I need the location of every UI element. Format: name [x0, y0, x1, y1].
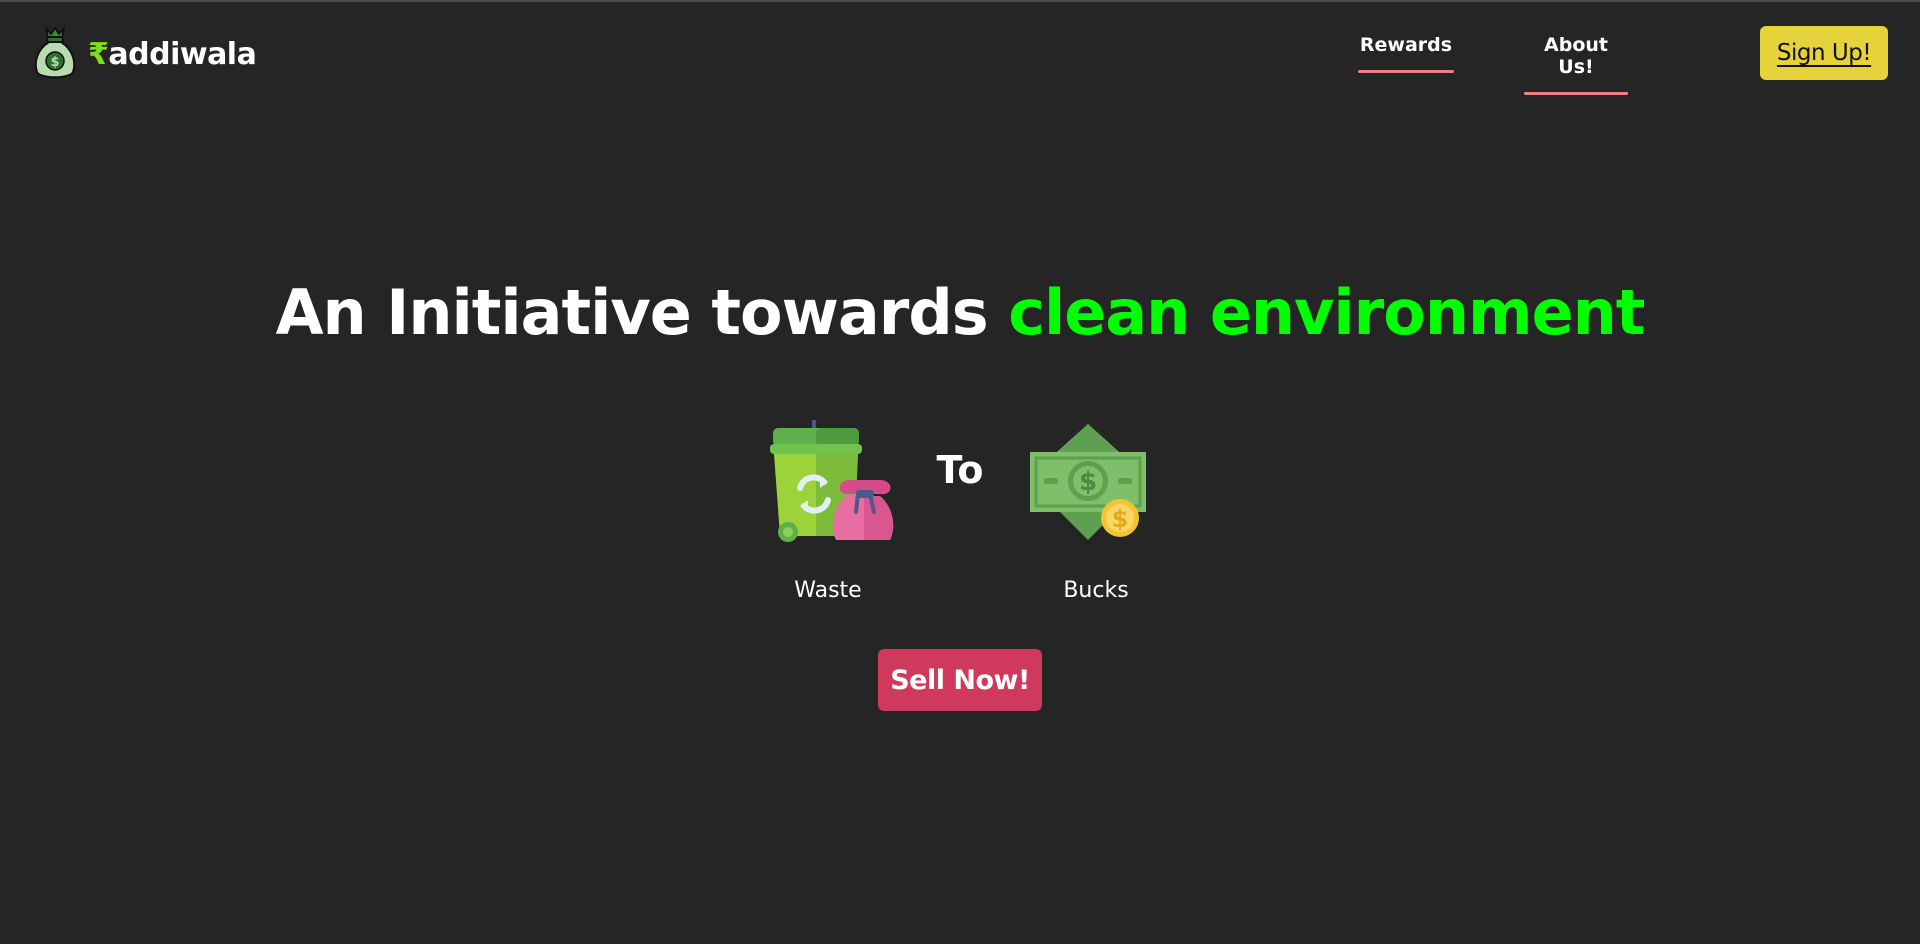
sign-up-button[interactable]: Sign Up! — [1760, 26, 1888, 80]
svg-text:$: $ — [1112, 505, 1129, 533]
dollar-banknote-coin-icon: $ $ — [1030, 424, 1146, 540]
nav-link-rewards-label: Rewards — [1359, 34, 1453, 56]
recycle-bin-with-bag-icon — [770, 420, 894, 542]
headline-accent-text: clean environment — [1008, 276, 1645, 349]
nav-link-about-us[interactable]: About Us! — [1524, 34, 1628, 95]
connector-text: To — [936, 448, 984, 492]
nav-link-about-us-label: About Us! — [1544, 34, 1608, 78]
logo-rupee-glyph: ₹ — [88, 37, 109, 72]
nav-link-underline — [1358, 70, 1454, 73]
bucks-label: Bucks — [1063, 578, 1129, 603]
logo-text: ₹addiwala — [88, 37, 257, 72]
navbar: $ ₹addiwala Rewards About Us! Sign Up! — [0, 2, 1920, 102]
hero-headline: An Initiative towards clean environment — [0, 282, 1920, 344]
nav-link-rewards[interactable]: Rewards — [1358, 34, 1454, 73]
svg-text:$: $ — [50, 55, 59, 70]
sign-up-label: Sign Up! — [1776, 40, 1872, 66]
waste-label: Waste — [794, 578, 862, 603]
nav-link-underline — [1524, 92, 1628, 95]
logo-name: addiwala — [108, 37, 257, 72]
sell-now-label: Sell Now! — [890, 664, 1030, 696]
svg-text:$: $ — [1079, 467, 1097, 497]
sell-now-button[interactable]: Sell Now! — [878, 649, 1042, 711]
logo[interactable]: $ ₹addiwala — [32, 24, 257, 82]
headline-text: An Initiative towards — [275, 276, 1009, 349]
money-bag-icon: $ — [34, 27, 76, 79]
